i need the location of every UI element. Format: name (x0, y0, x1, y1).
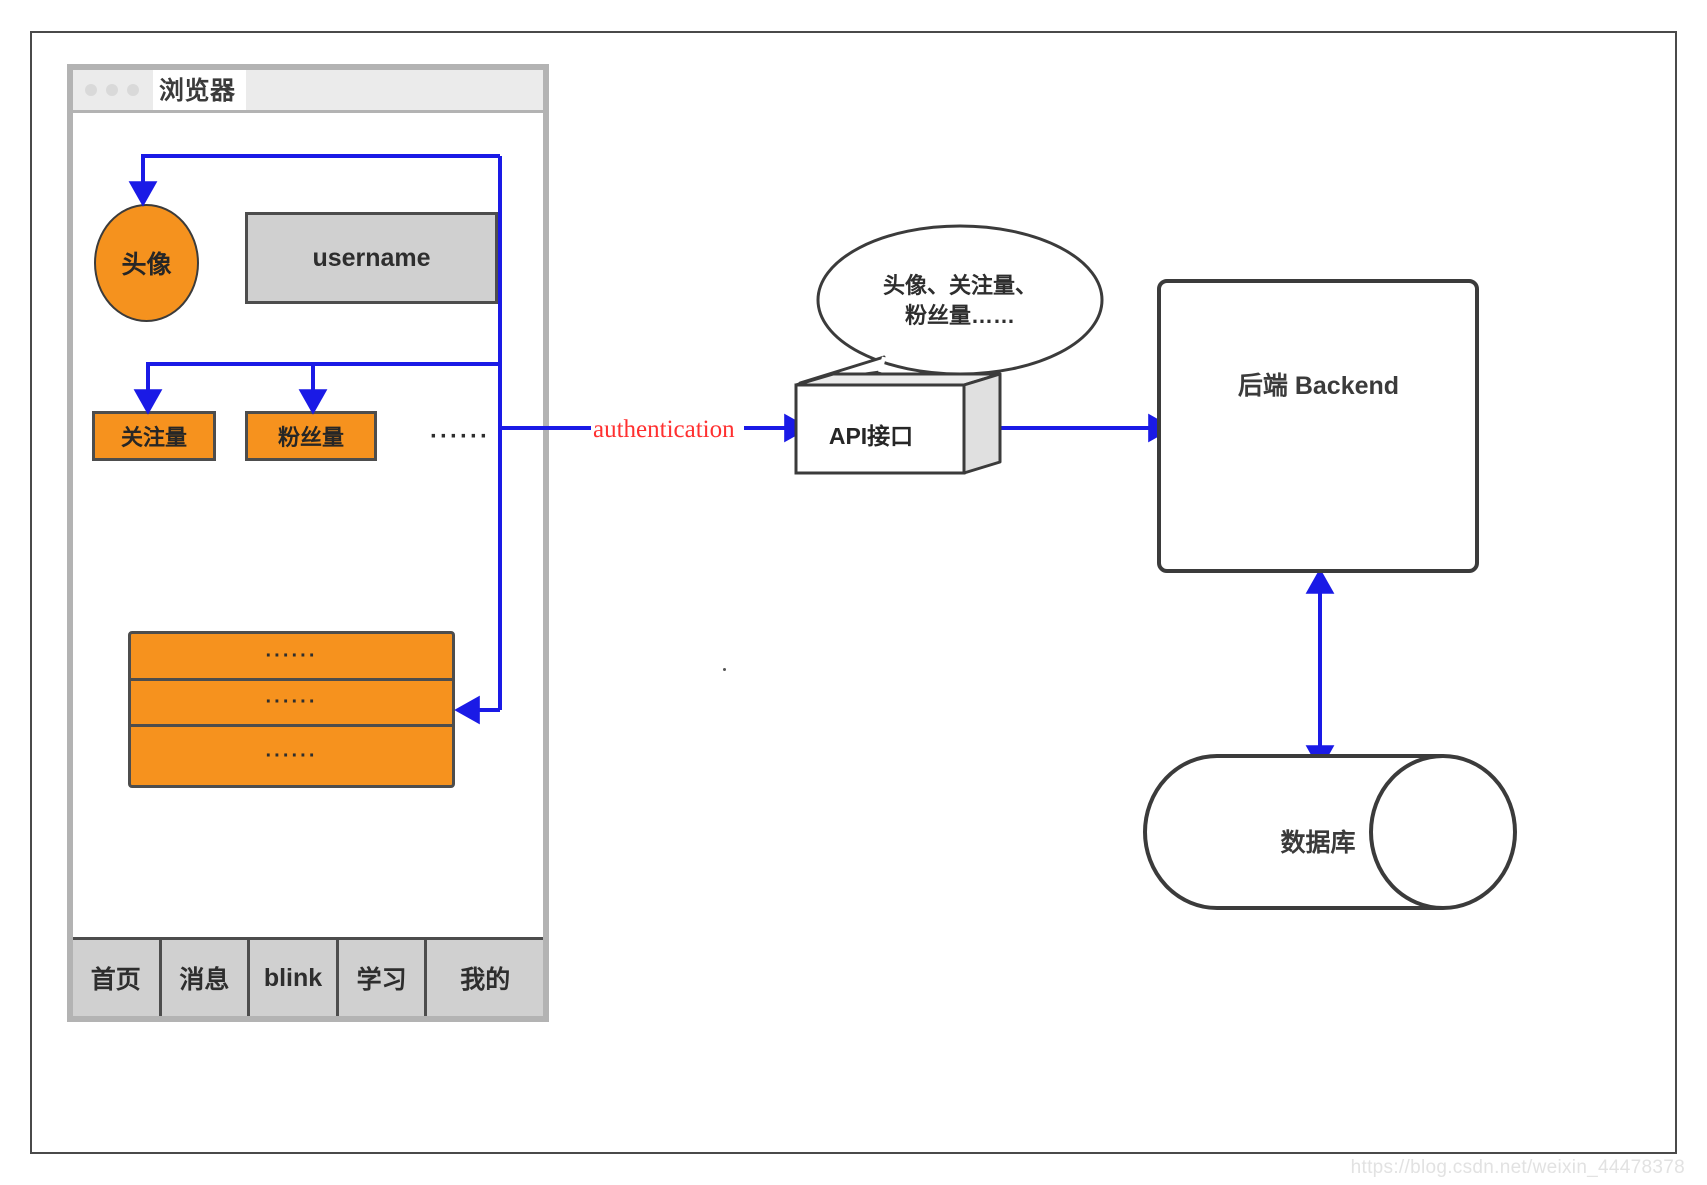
tab-study[interactable]: 学习 (338, 940, 428, 1016)
diagram-canvas: 浏览器 首页 消息 blink 学习 我的 头像 username 关注量 粉丝… (0, 0, 1707, 1185)
tab-blink[interactable]: blink (250, 940, 339, 1016)
stray-dot-artifact (723, 668, 726, 671)
username-box: username (245, 212, 498, 304)
avatar: 头像 (94, 204, 199, 322)
stats-more-ellipsis: ······ (430, 423, 490, 450)
window-dot-icon (127, 84, 139, 96)
bottom-tabbar: 首页 消息 blink 学习 我的 (73, 937, 543, 1016)
speech-bubble-line-1: 头像、关注量、 (882, 273, 1037, 298)
feed-list-item: ······ (131, 681, 452, 727)
browser-titlebar: 浏览器 (73, 70, 543, 113)
authentication-label: authentication (591, 416, 737, 444)
api-box-label: API接口 (828, 423, 914, 449)
feed-list: ······ ······ ······ (128, 631, 455, 788)
stat-box-following: 关注量 (92, 411, 216, 461)
stat-box-fans: 粉丝量 (245, 411, 377, 461)
speech-bubble-text: 头像、关注量、 粉丝量…… (845, 271, 1075, 330)
tab-messages[interactable]: 消息 (161, 940, 251, 1016)
backend-box-label: 后端 Backend (1237, 372, 1400, 400)
tab-home[interactable]: 首页 (73, 940, 162, 1016)
feed-list-item: ······ (265, 744, 318, 767)
tab-mine[interactable]: 我的 (427, 940, 543, 1016)
database-label: 数据库 (1280, 829, 1356, 857)
browser-title: 浏览器 (153, 70, 246, 110)
watermark: https://blog.csdn.net/weixin_44478378 (1350, 1157, 1685, 1178)
window-dot-icon (85, 84, 97, 96)
speech-bubble-line-2: 粉丝量…… (904, 302, 1015, 328)
window-dot-icon (106, 84, 118, 96)
feed-list-item: ······ (131, 634, 452, 681)
window-control-dots (85, 84, 139, 96)
